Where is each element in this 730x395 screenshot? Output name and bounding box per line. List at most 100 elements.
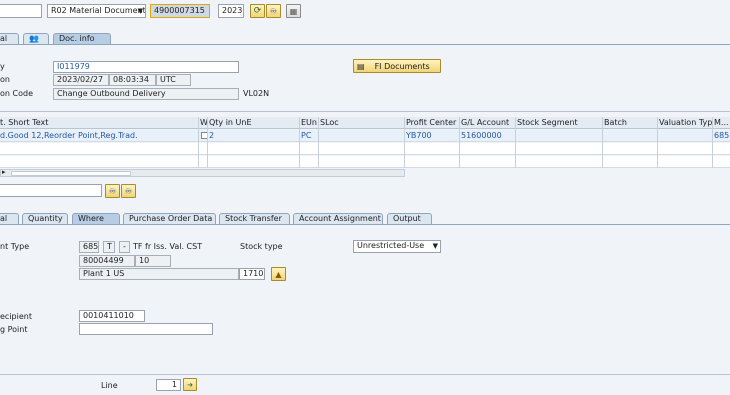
scrollbar-thumb[interactable]: [11, 171, 131, 176]
tcode-value: VL02N: [243, 89, 270, 98]
grid-icon: ▦: [289, 6, 298, 16]
stock-type-select[interactable]: Unrestricted-Use ▼: [353, 240, 441, 253]
table-row[interactable]: [0, 143, 730, 155]
document-number-field[interactable]: 4900007315: [150, 4, 210, 18]
tab-label: Doc. info: [59, 34, 95, 43]
column-divider: [657, 117, 658, 168]
chevron-down-icon: ▼: [137, 7, 143, 15]
tab-label: Purchase Order Data: [129, 214, 213, 223]
col-header-profit-center[interactable]: Profit Center: [404, 117, 459, 129]
item-search-input[interactable]: [0, 184, 102, 197]
fi-documents-label: FI Documents: [374, 61, 430, 71]
movement-type-desc: TF fr Iss. Val. CST: [133, 242, 203, 251]
material-item-field: 10: [135, 255, 171, 267]
left-cropped-select[interactable]: [0, 4, 42, 18]
cell-m: 685: [714, 131, 730, 140]
col-header-sloc[interactable]: SLoc: [318, 117, 404, 129]
item-find-next-button[interactable]: ♾: [121, 184, 136, 198]
action-select[interactable]: R02 Material Document ▼: [47, 4, 146, 18]
table-row[interactable]: d.Good 12,Reorder Point,Reg.Trad. 2 PC Y…: [0, 130, 730, 142]
cell-qty: 2: [209, 131, 215, 140]
col-header-eun[interactable]: EUn: [299, 117, 318, 129]
scroll-right-icon: ▸: [2, 168, 6, 176]
col-header-batch[interactable]: Batch: [602, 117, 657, 129]
tab-label: al: [0, 214, 8, 223]
tab-partner[interactable]: 👥: [23, 33, 49, 44]
table-header-row: t. Short Text W Qty in UnE EUn SLoc Prof…: [0, 117, 730, 129]
column-divider: [602, 117, 603, 168]
tab-output[interactable]: Output: [387, 213, 432, 224]
tab-stock-transfer[interactable]: Stock Transfer: [219, 213, 290, 224]
binoculars-plus-icon: ♾: [124, 186, 133, 196]
recipient-field[interactable]: 0010411010: [79, 310, 145, 322]
line-input[interactable]: 1: [156, 379, 181, 391]
col-header-w[interactable]: W: [198, 117, 207, 129]
movement-type-t-field: T: [103, 241, 115, 253]
column-divider: [459, 117, 460, 168]
plant-name-value: Plant 1 US: [83, 269, 125, 278]
col-header-valuation-type[interactable]: Valuation Type: [657, 117, 712, 129]
timezone-value: UTC: [160, 75, 176, 84]
tab-account-assignment[interactable]: Account Assignment: [293, 213, 383, 224]
arrow-right-icon: ➔: [187, 380, 193, 389]
col-header-stock-segment[interactable]: Stock Segment: [515, 117, 602, 129]
col-header-gl-account[interactable]: G/L Account: [459, 117, 515, 129]
people-icon: 👥: [29, 34, 39, 43]
recipient-value: 0010411010: [83, 311, 134, 320]
binoculars-icon: ♾: [269, 6, 278, 16]
table-top-border: [0, 111, 730, 112]
horizontal-scrollbar[interactable]: ▸: [0, 168, 405, 177]
tab-quantity[interactable]: Quantity: [22, 213, 68, 224]
action-select-value: R02 Material Document: [51, 6, 146, 15]
execute-button[interactable]: ⟳: [250, 4, 265, 18]
tab-label: Output: [393, 214, 421, 223]
table-row[interactable]: [0, 156, 730, 168]
movement-type-label: nt Type: [0, 242, 30, 251]
fi-documents-button[interactable]: ▤ FI Documents: [353, 59, 441, 73]
cell-gl-account: 51600000: [461, 131, 502, 140]
tab-label: Quantity: [28, 214, 63, 223]
movement-type-dash-field: -: [119, 241, 130, 253]
movement-type-code: 685: [83, 242, 99, 251]
recipient-label: ecipient: [0, 312, 32, 321]
line-label: Line: [101, 381, 118, 390]
list-icon: ▤: [357, 61, 365, 71]
cell-eun: PC: [301, 131, 312, 140]
tab-general-cropped[interactable]: al: [0, 33, 19, 44]
material-value: 80004499: [83, 256, 124, 265]
col-header-qty[interactable]: Qty in UnE: [207, 117, 299, 129]
plant-icon: ▲: [275, 269, 282, 279]
footer-divider: [0, 374, 730, 375]
find-button[interactable]: ♾: [266, 4, 281, 18]
time-field: 08:03:34: [109, 74, 156, 86]
date-field: 2023/02/27: [53, 74, 109, 86]
col-header-short-text[interactable]: t. Short Text: [0, 117, 198, 129]
user-field: I011979: [53, 61, 239, 73]
year-field[interactable]: 2023: [218, 4, 244, 18]
stock-type-label: Stock type: [240, 242, 283, 251]
execute-icon: ⟳: [253, 6, 262, 16]
grid-button[interactable]: ▦: [286, 4, 301, 18]
column-divider: [207, 117, 208, 168]
column-divider: [515, 117, 516, 168]
user-value: I011979: [57, 62, 90, 71]
tcode-desc-value: Change Outbound Delivery: [57, 89, 166, 98]
movement-type-dash: -: [123, 242, 126, 251]
tab-material-cropped[interactable]: al: [0, 213, 19, 224]
tab-doc-info[interactable]: Doc. info: [53, 33, 111, 44]
cell-profit-center: YB700: [406, 131, 432, 140]
plant-code-field[interactable]: 1710: [239, 268, 265, 280]
tab-purchase-order-data[interactable]: Purchase Order Data: [123, 213, 216, 224]
column-divider: [198, 117, 199, 168]
detail-tab-baseline: [0, 224, 730, 225]
line-go-button[interactable]: ➔: [183, 378, 197, 391]
user-label: y: [0, 62, 5, 71]
date-label: on: [0, 75, 10, 84]
plant-details-button[interactable]: ▲: [271, 267, 286, 281]
item-find-button[interactable]: ♾: [105, 184, 120, 198]
tab-where[interactable]: Where: [72, 213, 120, 224]
movement-type-t: T: [107, 242, 112, 251]
unloading-point-field[interactable]: [79, 323, 213, 335]
plant-name-field: Plant 1 US: [79, 268, 239, 280]
col-header-m[interactable]: M...: [712, 117, 730, 129]
